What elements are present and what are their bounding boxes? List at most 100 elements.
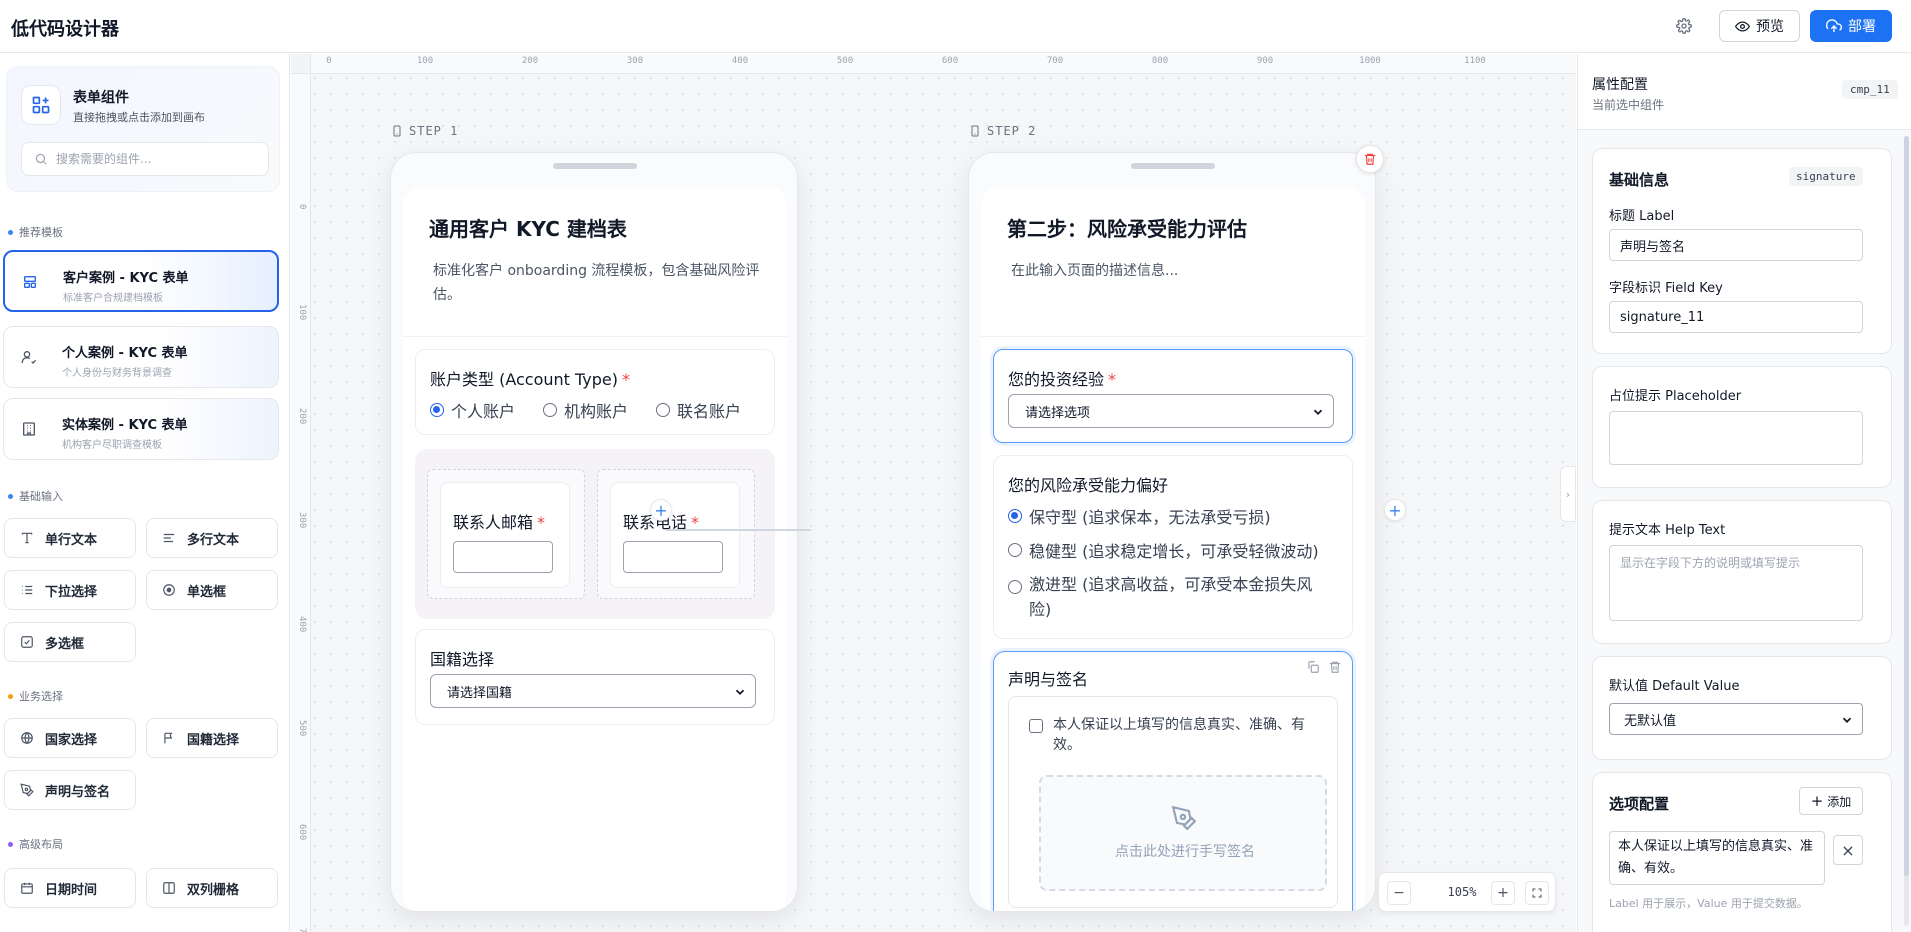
risk-option-balanced[interactable]: 稳健型 (追求稳定增长，可承受轻微波动) — [1008, 538, 1319, 562]
radio-individual[interactable] — [430, 403, 444, 417]
two-column-grid[interactable]: 联系人邮箱 * 联系电话 * — [415, 449, 775, 619]
radio-button[interactable] — [1008, 580, 1022, 594]
zoom-out-button[interactable]: − — [1387, 881, 1411, 905]
ruler-vertical: 0 100 200 300 400 500 600 700 — [291, 74, 311, 932]
component-select[interactable]: 下拉选择 — [4, 570, 136, 610]
default-value-select[interactable]: 无默认值 — [1609, 703, 1863, 735]
add-step-button[interactable]: + — [650, 499, 672, 521]
component-two-column-grid[interactable]: 双列栅格 — [146, 868, 278, 908]
user-check-icon — [18, 346, 40, 368]
ruler-tick: 1000 — [1359, 56, 1381, 66]
page-header[interactable]: 第二步：风险承受能力评估 在此输入页面的描述信息... — [981, 187, 1365, 337]
label-field-label: 标题 Label — [1609, 209, 1675, 224]
preview-button[interactable]: 预览 — [1719, 10, 1800, 42]
add-step-button[interactable]: + — [1384, 499, 1406, 521]
account-type-options: 个人账户 机构账户 联名账户 — [430, 398, 741, 422]
copy-icon[interactable] — [1306, 660, 1320, 674]
step-1-phone-frame[interactable]: 通用客户 KYC 建档表 标准化客户 onboarding 流程模板，包含基础风… — [390, 152, 798, 912]
fit-screen-button[interactable] — [1525, 881, 1549, 905]
statement-text: 本人保证以上填写的信息真实、准确、有效。 — [1053, 717, 1305, 753]
default-value-label: 默认值 Default Value — [1609, 679, 1740, 694]
nationality-select[interactable]: 请选择国籍 — [430, 674, 756, 708]
design-canvas[interactable]: 0 100 200 300 400 500 600 700 800 900 10… — [291, 54, 1576, 932]
preview-label: 预览 — [1756, 19, 1784, 35]
radio-joint[interactable] — [656, 403, 671, 417]
field-key-input[interactable]: signature_11 — [1609, 301, 1863, 333]
trash-icon[interactable] — [1328, 660, 1342, 674]
component-label: 多选框 — [45, 636, 85, 652]
option-label: 激进型 (追求高收益，可承受本金损失风险) — [1029, 575, 1313, 619]
ruler-tick: 0 — [326, 56, 332, 66]
ruler-tick: 200 — [521, 56, 539, 66]
field-risk-preference[interactable]: 您的风险承受能力偏好 保守型 (追求保本，无法承受亏损) 稳健型 (追求稳定增长… — [993, 455, 1353, 639]
risk-option-conservative[interactable]: 保守型 (追求保本，无法承受亏损) — [1008, 504, 1271, 528]
help-text-textarea[interactable]: 显示在字段下方的说明或填写提示 — [1609, 545, 1863, 621]
ruler-tick: 400 — [731, 56, 749, 66]
globe-icon — [19, 730, 35, 746]
settings-button[interactable] — [1672, 14, 1696, 38]
signature-pad[interactable]: 点击此处进行手写签名 — [1039, 775, 1327, 891]
zoom-level: 105% — [1447, 885, 1477, 899]
radio-button[interactable] — [1008, 509, 1022, 523]
placeholder-textarea[interactable] — [1609, 411, 1863, 465]
template-card-entity-kyc[interactable]: 实体案例 - KYC 表单 机构客户尽职调查模板 — [3, 398, 279, 460]
zoom-controls: − 105% + — [1378, 872, 1556, 912]
component-text-input[interactable]: 单行文本 — [4, 518, 136, 558]
component-search[interactable] — [21, 142, 269, 176]
template-card-personal-kyc[interactable]: 个人案例 - KYC 表单 个人身份与财务背景调查 — [3, 326, 279, 388]
risk-option-aggressive[interactable]: 激进型 (追求高收益，可承受本金损失风险) — [1008, 572, 1329, 622]
align-left-icon — [161, 530, 177, 546]
field-account-type[interactable]: 账户类型 (Account Type) * 个人账户 机构账户 联名账户 — [415, 349, 775, 435]
panel-collapse-toggle[interactable]: › — [1560, 466, 1576, 522]
component-library-header: 表单组件 直接拖拽或点击添加到画布 — [6, 66, 280, 192]
component-radio[interactable]: 单选框 — [146, 570, 278, 610]
field-investment-experience[interactable]: 您的投资经验 * 请选择选项 — [993, 349, 1353, 443]
deploy-button[interactable]: 部署 — [1810, 10, 1892, 42]
field-contact-email[interactable]: 联系人邮箱 * — [440, 482, 570, 588]
app-title: 低代码设计器 — [11, 19, 119, 40]
signature-pad-text: 点击此处进行手写签名 — [1115, 844, 1255, 860]
radio-institution[interactable] — [543, 403, 558, 417]
basic-info-section: 基础信息 signature 标题 Label 声明与签名 字段标识 Field… — [1592, 148, 1892, 354]
field-contact-phone[interactable]: 联系电话 * — [610, 482, 740, 588]
component-search-input[interactable] — [56, 152, 246, 166]
phone-input[interactable] — [623, 541, 723, 573]
component-datetime[interactable]: 日期时间 — [4, 868, 136, 908]
zoom-in-button[interactable]: + — [1491, 881, 1515, 905]
component-label: 声明与签名 — [45, 784, 111, 800]
template-card-customer-kyc[interactable]: 客户案例 - KYC 表单 标准客户合规建档模板 — [3, 250, 279, 312]
component-signature[interactable]: 声明与签名 — [4, 770, 136, 810]
option-value-input[interactable]: 本人保证以上填写的信息真实、准确、有效。 — [1609, 831, 1825, 885]
component-checkbox[interactable]: 多选框 — [4, 622, 136, 662]
component-label: 国家选择 — [45, 732, 98, 748]
step-2-page: 第二步：风险承受能力评估 在此输入页面的描述信息... 您的投资经验 * 请选择选… — [981, 187, 1365, 911]
component-textarea[interactable]: 多行文本 — [146, 518, 278, 558]
component-type-badge: signature — [1789, 167, 1863, 186]
experience-select[interactable]: 请选择选项 — [1008, 394, 1334, 428]
remove-option-button[interactable]: × — [1833, 835, 1863, 865]
section-dot — [8, 229, 13, 235]
option-label: 保守型 (追求保本，无法承受亏损) — [1029, 508, 1271, 527]
section-templates-label: 推荐模板 — [19, 226, 63, 239]
radio-button[interactable] — [1008, 543, 1022, 557]
step-2-phone-frame[interactable]: 第二步：风险承受能力评估 在此输入页面的描述信息... 您的投资经验 * 请选择选… — [968, 152, 1376, 912]
panel-scrollbar-thumb[interactable] — [1904, 136, 1909, 876]
component-country[interactable]: 国家选择 — [4, 718, 136, 758]
email-input[interactable] — [453, 541, 553, 573]
field-nationality[interactable]: 国籍选择 请选择国籍 — [415, 629, 775, 725]
page-header[interactable]: 通用客户 KYC 建档表 标准化客户 onboarding 流程模板，包含基础风… — [403, 187, 787, 337]
section-templates: 推荐模板 — [8, 224, 63, 240]
label-input[interactable]: 声明与签名 — [1609, 229, 1863, 261]
step-2-label: STEP 2 — [969, 124, 1036, 138]
ruler-tick: 400 — [297, 616, 307, 633]
field-signature[interactable]: 声明与签名 本人保证以上填写的信息真实、准确、有效。 点击此处进行手写签名 — [993, 651, 1353, 911]
delete-step-button[interactable] — [1356, 145, 1384, 173]
statement-checkbox[interactable] — [1029, 719, 1043, 733]
section-basic-label: 基础输入 — [19, 490, 63, 503]
component-nationality[interactable]: 国籍选择 — [146, 718, 278, 758]
add-option-button[interactable]: + 添加 — [1799, 787, 1863, 815]
chevron-down-icon — [1842, 717, 1852, 723]
ruler-tick: 200 — [297, 408, 307, 425]
ruler-tick: 700 — [1046, 56, 1064, 66]
template-subtitle: 机构客户尽职调查模板 — [62, 440, 162, 451]
